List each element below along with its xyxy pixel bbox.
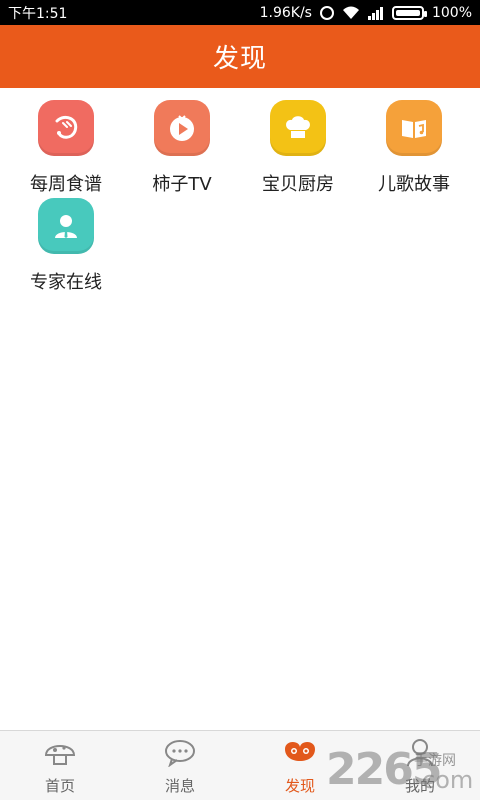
nav-item-messages[interactable]: 消息	[120, 731, 240, 801]
music-book-icon	[386, 100, 442, 156]
battery-percent: 100%	[431, 4, 472, 21]
title-bar: 发现	[0, 25, 480, 88]
grid-item-label: 柿子TV	[152, 174, 212, 195]
status-time: 下午1:51	[8, 5, 68, 22]
nav-item-home[interactable]: 首页	[0, 731, 120, 801]
bottom-nav: 首页 消息 发现 我的	[0, 730, 480, 800]
expert-icon	[38, 198, 94, 254]
home-icon	[42, 737, 78, 771]
grid-item-kids-songs[interactable]: 儿歌故事	[354, 100, 474, 196]
battery-icon	[391, 5, 427, 20]
network-speed: 1.96K/s	[259, 4, 312, 21]
discover-icon	[282, 737, 318, 771]
play-icon	[154, 100, 210, 156]
nav-label-messages: 消息	[164, 777, 195, 795]
grid-item-label: 专家在线	[30, 272, 102, 293]
grid-item-label: 儿歌故事	[378, 174, 450, 195]
grid-item-baby-kitchen[interactable]: 宝贝厨房	[238, 100, 358, 196]
grid-item-label: 每周食谱	[30, 174, 102, 195]
profile-icon	[402, 737, 438, 771]
grid-item-weekly-recipes[interactable]: 每周食谱	[6, 100, 126, 196]
message-icon	[162, 737, 198, 771]
grid-item-shizi-tv[interactable]: 柿子TV	[122, 100, 242, 196]
grid-item-expert-online[interactable]: 专家在线	[6, 198, 126, 294]
status-bar: 下午1:51 1.96K/s 100%	[0, 0, 480, 25]
nav-item-profile[interactable]: 我的	[360, 731, 480, 801]
nav-label-home: 首页	[44, 777, 75, 795]
grid-item-label: 宝贝厨房	[262, 174, 334, 195]
nav-label-profile: 我的	[404, 777, 435, 795]
nav-item-discover[interactable]: 发现	[240, 731, 360, 801]
wifi-icon	[342, 6, 360, 20]
shrimp-icon	[38, 100, 94, 156]
alarm-icon	[319, 5, 334, 20]
status-right: 1.96K/s 100%	[260, 5, 472, 21]
page-title: 发现	[212, 44, 267, 74]
signal-icon	[367, 6, 384, 20]
chef-hat-icon	[270, 100, 326, 156]
nav-label-discover: 发现	[284, 777, 315, 795]
